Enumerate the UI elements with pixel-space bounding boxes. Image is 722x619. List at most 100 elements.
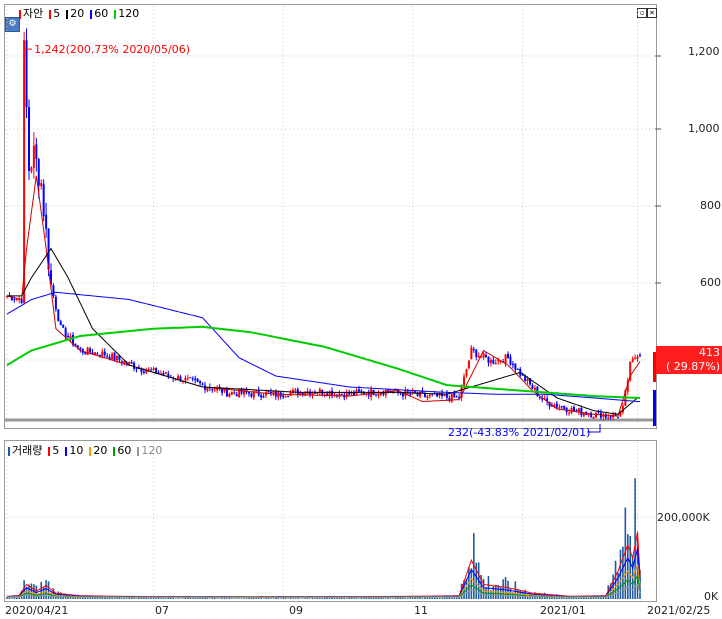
x-tick-label: 07	[155, 604, 169, 617]
candle-body	[465, 369, 468, 376]
candle-body	[558, 406, 561, 409]
candle-body	[191, 378, 194, 380]
volume-bar	[169, 597, 172, 599]
candle-body	[631, 358, 634, 362]
volume-ma-line-5	[6, 531, 641, 598]
volume-bar	[387, 597, 390, 599]
volume-bar	[345, 598, 348, 599]
candle-body	[184, 377, 187, 381]
volume-bar	[279, 598, 282, 599]
candle-body	[409, 393, 412, 395]
candle-body	[272, 391, 275, 394]
candle-body	[86, 347, 89, 355]
candle-body	[130, 361, 133, 364]
candle-body	[357, 389, 360, 392]
x-tick-label: 2021/02/25	[647, 604, 711, 617]
candle-body	[37, 159, 40, 186]
candle-body	[194, 378, 197, 381]
candle-body	[206, 387, 209, 392]
candle-body	[636, 356, 639, 359]
candle-body	[595, 412, 598, 418]
candle-body	[526, 379, 529, 381]
candle-body	[89, 348, 92, 353]
candle-body	[472, 348, 475, 351]
candle-body	[511, 363, 514, 365]
volume-bar	[235, 598, 238, 599]
candle-body	[419, 391, 422, 397]
candle-body	[27, 107, 30, 172]
candle-body	[54, 296, 57, 310]
volume-bar	[370, 597, 372, 599]
volume-bar	[392, 598, 394, 599]
candle-body	[199, 381, 202, 384]
volume-bar	[135, 598, 138, 599]
chart-window: 자안 5 20 60 120 ⚙ ▫ × 거래량 5 10 20 60 120 …	[0, 0, 722, 619]
volume-bar	[299, 598, 302, 599]
volume-bar	[121, 598, 123, 599]
volume-bar	[177, 598, 179, 599]
candle-body	[142, 371, 145, 373]
volume-bar	[238, 598, 240, 599]
candle-body	[477, 355, 480, 358]
candle-body	[147, 369, 150, 371]
candle-body	[560, 406, 563, 408]
candle-body	[360, 390, 363, 392]
candle-body	[79, 347, 82, 350]
candle-body	[57, 309, 60, 322]
volume-bar	[592, 597, 595, 599]
candle-body	[467, 360, 470, 369]
volume-bar	[196, 597, 199, 599]
volume-bar	[11, 598, 13, 599]
candle-body	[164, 372, 167, 374]
x-tick-label: 2020/04/21	[5, 604, 69, 617]
volume-bar	[319, 598, 321, 599]
volume-bar	[218, 598, 221, 599]
candle-body	[250, 393, 253, 397]
volume-bar	[111, 597, 113, 599]
candle-body	[482, 353, 485, 358]
chart-canvas[interactable]: 1,242(200.73% 2020/05/06) 232(-43.83% 202…	[0, 0, 722, 619]
volume-bar	[304, 598, 306, 599]
candle-body	[211, 389, 214, 391]
volume-bar	[216, 598, 218, 599]
volume-bar	[155, 597, 157, 599]
volume-bar	[441, 598, 443, 599]
volume-bar	[123, 597, 126, 599]
volume-bar	[438, 598, 441, 599]
volume-bar	[336, 597, 338, 599]
volume-bar	[231, 598, 233, 599]
candle-body	[377, 393, 380, 396]
candle-body	[492, 359, 495, 364]
volume-bar	[199, 598, 201, 599]
x-tick-label: 11	[414, 604, 428, 617]
candle-body	[353, 392, 356, 396]
candle-body	[145, 370, 148, 374]
last-price-tag: 413 ( 29.87%)	[656, 346, 722, 374]
candle-body	[575, 409, 578, 411]
candle-body	[443, 394, 446, 397]
volume-bar	[150, 598, 152, 599]
candle-body	[235, 394, 238, 397]
volume-bar	[233, 598, 236, 599]
volume-bar	[382, 597, 385, 599]
candle-body	[152, 368, 155, 371]
candle-body	[42, 184, 45, 217]
volume-bar	[182, 598, 184, 599]
volume-bar	[314, 598, 316, 599]
volume-bar	[587, 597, 590, 599]
volume-bar	[355, 598, 358, 599]
candle-body	[201, 383, 204, 385]
y-tick-label: 600	[700, 276, 721, 289]
volume-bar	[211, 597, 214, 599]
volume-bar	[191, 598, 194, 599]
volume-bar	[162, 597, 165, 599]
candle-body	[233, 392, 236, 394]
volume-bar	[243, 598, 245, 599]
candle-body	[592, 416, 595, 419]
candle-body	[186, 377, 189, 379]
candle-body	[133, 362, 136, 369]
volume-bar	[389, 598, 392, 599]
volume-bar	[194, 598, 196, 599]
candle-body	[106, 355, 109, 357]
candle-body	[333, 393, 336, 395]
